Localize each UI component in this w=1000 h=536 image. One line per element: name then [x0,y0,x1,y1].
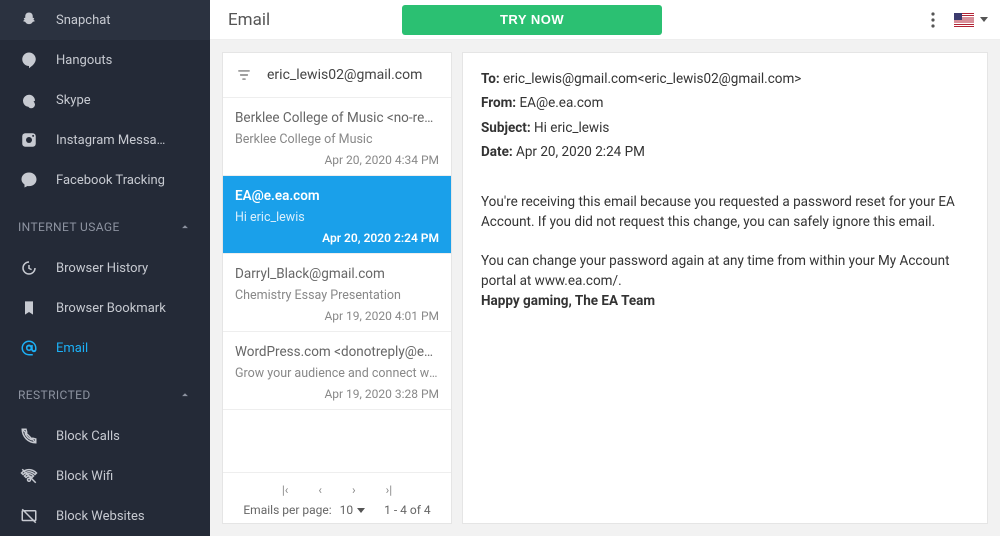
sidebar-item-label: Instagram Messa… [56,133,165,148]
per-page-value: 10 [340,503,354,517]
block-calls-icon [18,425,40,447]
filter-icon [235,68,253,82]
sidebar-item-label: Hangouts [56,53,112,68]
sidebar-item-block-calls[interactable]: Block Calls [0,416,210,456]
email-body-p2: You can change your password again at an… [481,253,950,289]
email-signature: Happy gaming, The EA Team [481,293,655,309]
language-selector[interactable] [954,13,988,27]
email-subject: Hi eric_lewis [235,210,439,225]
sidebar-item-label: Browser Bookmark [56,301,166,316]
sidebar-item-snapchat[interactable]: Snapchat [0,0,210,40]
bookmark-icon [18,297,40,319]
sidebar-item-label: Block Wifi [56,469,113,484]
chevron-up-icon [178,388,192,402]
page-range: 1 - 4 of 4 [384,503,430,517]
email-subject: Chemistry Essay Presentation [235,288,439,303]
sidebar-item-browser-history[interactable]: Browser History [0,248,210,288]
per-page-select[interactable]: 10 [340,503,366,517]
email-list: Berklee College of Music <no-repl… Berkl… [223,98,451,472]
email-subject: Grow your audience and connect with … [235,366,439,381]
pagination: |‹ ‹ › ›| Emails per page: 10 1 - 4 of 4 [223,472,451,523]
hangouts-icon [18,49,40,71]
block-websites-icon [18,505,40,527]
section-label: INTERNET USAGE [18,220,120,234]
email-from: EA@e.ea.com [235,188,439,204]
sidebar-item-block-websites[interactable]: Block Websites [0,496,210,536]
main: Email TRY NOW eric_lewis02@gmail.com [210,0,1000,536]
to-label: To: [481,71,500,87]
chevron-up-icon [178,220,192,234]
email-row[interactable]: EA@e.ea.com Hi eric_lewis Apr 20, 2020 2… [223,176,451,254]
date-value: Apr 20, 2020 2:24 PM [516,144,645,160]
account-email: eric_lewis02@gmail.com [267,67,422,83]
email-row[interactable]: Darryl_Black@gmail.com Chemistry Essay P… [223,254,451,332]
next-page-button[interactable]: › [352,483,356,497]
email-date: Apr 19, 2020 3:28 PM [235,387,439,401]
email-from: Darryl_Black@gmail.com [235,266,439,282]
from-label: From: [481,95,516,111]
history-icon [18,257,40,279]
subject-value: Hi eric_lewis [534,120,609,136]
last-page-button[interactable]: ›| [386,483,393,497]
email-list-panel: eric_lewis02@gmail.com Berklee College o… [222,52,452,524]
account-filter[interactable]: eric_lewis02@gmail.com [223,53,451,98]
skype-icon [18,89,40,111]
email-reader: To: eric_lewis@gmail.com<eric_lewis02@gm… [462,52,988,524]
sidebar-item-label: Browser History [56,261,148,276]
at-icon [18,337,40,359]
sidebar-item-skype[interactable]: Skype [0,80,210,120]
block-wifi-icon [18,465,40,487]
email-row[interactable]: WordPress.com <donotreply@e0.… Grow your… [223,332,451,410]
date-label: Date: [481,144,513,160]
subject-label: Subject: [481,120,531,136]
sidebar-item-facebook-tracking[interactable]: Facebook Tracking [0,160,210,200]
sidebar-section-internet[interactable]: INTERNET USAGE [0,200,210,248]
sidebar-item-instagram[interactable]: Instagram Messa… [0,120,210,160]
us-flag-icon [954,13,974,27]
snapchat-icon [18,9,40,31]
more-menu-icon[interactable] [926,12,940,28]
prev-page-button[interactable]: ‹ [318,483,322,497]
sidebar-item-block-wifi[interactable]: Block Wifi [0,456,210,496]
sidebar-item-label: Facebook Tracking [56,173,165,188]
email-from: WordPress.com <donotreply@e0.… [235,344,439,360]
section-label: RESTRICTED [18,388,91,402]
from-value: EA@e.ea.com [519,95,603,111]
email-subject: Berklee College of Music [235,132,439,147]
sidebar-item-email[interactable]: Email [0,328,210,368]
email-row[interactable]: Berklee College of Music <no-repl… Berkl… [223,98,451,176]
to-value: eric_lewis@gmail.com<eric_lewis02@gmail.… [503,71,801,87]
sidebar-item-label: Snapchat [56,13,111,28]
topbar: Email TRY NOW [210,0,1000,40]
sidebar-item-label: Skype [56,93,91,108]
sidebar-item-hangouts[interactable]: Hangouts [0,40,210,80]
first-page-button[interactable]: |‹ [282,483,289,497]
instagram-icon [18,129,40,151]
sidebar-item-label: Block Websites [56,509,145,524]
chevron-down-icon [357,508,365,513]
email-body-p1: You're receiving this email because you … [481,192,969,233]
sidebar-item-browser-bookmark[interactable]: Browser Bookmark [0,288,210,328]
email-date: Apr 20, 2020 4:34 PM [235,153,439,167]
chevron-down-icon [980,17,988,22]
sidebar-item-label: Email [56,341,88,356]
sidebar-item-label: Block Calls [56,429,120,444]
sidebar: Snapchat Hangouts Skype Instagram Messa…… [0,0,210,536]
messenger-icon [18,169,40,191]
try-now-button[interactable]: TRY NOW [402,5,662,35]
page-title: Email [228,10,270,30]
per-page-label: Emails per page: [243,503,331,517]
email-date: Apr 19, 2020 4:01 PM [235,309,439,323]
email-date: Apr 20, 2020 2:24 PM [235,231,439,245]
sidebar-section-restricted[interactable]: RESTRICTED [0,368,210,416]
email-from: Berklee College of Music <no-repl… [235,110,439,126]
